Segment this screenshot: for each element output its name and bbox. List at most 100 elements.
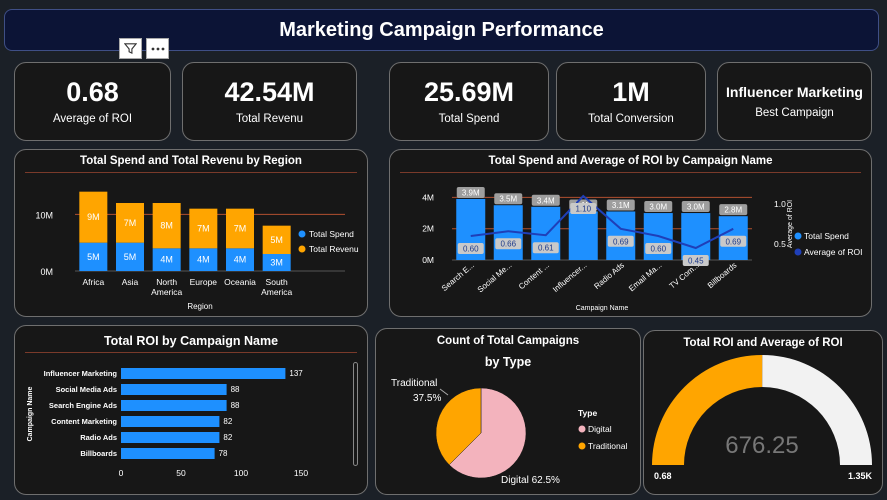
- y-tick-label: Billboards: [80, 449, 117, 458]
- roi-data-label: 88: [231, 385, 240, 394]
- spend-data-label: 3.0M: [687, 203, 705, 212]
- y-tick-label: Influencer Marketing: [44, 369, 118, 378]
- x-tick-label: South: [266, 277, 288, 287]
- spend-data-label: 2.8M: [724, 206, 742, 215]
- y-tick-label: 2M: [422, 224, 434, 234]
- legend-marker: [298, 245, 306, 253]
- roi-data-label: 0.45: [688, 257, 704, 266]
- y-tick-label: 10M: [35, 210, 53, 220]
- x-tick-label: America: [151, 287, 182, 297]
- page-title: Marketing Campaign Performance: [279, 18, 604, 41]
- x-tick-label: Content ...: [517, 261, 551, 292]
- region-bar-chart: 0M10M5M9MAfrica5M7MAsia4M8MNorthAmerica4…: [35, 191, 359, 311]
- spend-data-label: 4M: [197, 255, 210, 265]
- roi-data-label: 0.66: [500, 240, 516, 249]
- spend-data-label: 4M: [160, 255, 173, 265]
- roi-gauge-card[interactable]: Total ROI and Average of ROI 676.25 0.68 1…: [643, 330, 883, 495]
- x-tick-label: 150: [294, 468, 308, 478]
- x-tick-label: Billboards: [706, 261, 739, 290]
- x-axis-title: Region: [187, 302, 212, 311]
- traditional-data-pct: 37.5%: [413, 393, 441, 404]
- x-axis-title: Campaign Name: [576, 305, 629, 312]
- kpi-value: 25.69M: [423, 76, 515, 107]
- spend-data-label: 3M: [270, 258, 283, 268]
- revenue-data-label: 8M: [160, 221, 173, 231]
- filter-icon[interactable]: [119, 38, 142, 59]
- gauge-value-label: 676.25: [725, 432, 798, 459]
- legend-marker: [298, 230, 306, 238]
- more-options-icon[interactable]: [146, 38, 169, 59]
- revenue-data-label: 5M: [270, 235, 283, 245]
- legend-title: Type: [578, 408, 597, 418]
- roi-bar: [121, 448, 215, 459]
- y-tick-label: Search Engine Ads: [49, 401, 117, 410]
- y2-tick-label: 0.5: [774, 239, 786, 249]
- roi-data-label: 0.69: [725, 237, 741, 246]
- region-chart-card[interactable]: Total Spend and Total Revenu by Region 0…: [14, 149, 368, 317]
- x-tick-label: Radio Ads: [592, 261, 626, 291]
- x-tick-label: Email Ma...: [627, 261, 663, 294]
- roi-data-label: 0.69: [613, 237, 629, 246]
- kpi-label: Total Conversion: [588, 112, 674, 125]
- x-tick-label: North: [156, 277, 177, 287]
- roi-data-label: 82: [223, 433, 232, 442]
- x-tick-label: America: [261, 287, 292, 297]
- y-tick-label: 4M: [422, 192, 434, 202]
- y-axis-title: Campaign Name: [27, 386, 34, 441]
- gauge-max-label: 1.35K: [848, 471, 873, 481]
- kpi-value: 1M: [612, 76, 650, 107]
- roi-data-label: 82: [223, 417, 232, 426]
- campaign-chart-card[interactable]: Total Spend and Average of ROI by Campai…: [389, 149, 872, 317]
- y-tick-label: Social Media Ads: [56, 385, 117, 394]
- spend-data-label: 5M: [87, 252, 100, 262]
- legend-marker: [578, 425, 586, 433]
- legend-label: Total Revenu: [309, 244, 359, 254]
- spend-bar: [681, 213, 711, 260]
- roi-data-label: 0.60: [463, 245, 479, 254]
- legend-marker: [578, 442, 586, 450]
- x-tick-label: Social Me...: [476, 261, 514, 295]
- kpi-label: Best Campaign: [755, 107, 834, 119]
- kpi-card-conversion[interactable]: 1M Total Conversion: [556, 62, 706, 141]
- revenue-data-label: 7M: [124, 218, 137, 228]
- legend-label: Total Spend: [309, 229, 354, 239]
- kpi-card-spend[interactable]: 25.69M Total Spend: [389, 62, 549, 141]
- roi-campaign-chart-card[interactable]: Total ROI by Campaign Name Influencer Ma…: [14, 325, 368, 495]
- roi-data-label: 137: [289, 369, 303, 378]
- kpi-value: 42.54M: [224, 76, 315, 107]
- digital-data-label: Digital 62.5%: [501, 475, 560, 486]
- scrollbar[interactable]: [353, 362, 358, 466]
- y-tick-label: 0M: [422, 255, 434, 265]
- roi-bar: [121, 400, 227, 411]
- x-tick-label: 100: [234, 468, 248, 478]
- campaign-type-chart-card[interactable]: Count of Total Campaigns by Type Digital…: [375, 328, 641, 495]
- y-tick-label: Radio Ads: [80, 433, 117, 442]
- revenue-data-label: 7M: [197, 224, 210, 234]
- spend-data-label: 5M: [124, 252, 137, 262]
- legend-label: Average of ROI: [804, 247, 862, 257]
- legend-label: Digital: [588, 424, 612, 434]
- kpi-label: Total Spend: [438, 112, 500, 125]
- visual-header-toolbar: [119, 38, 169, 59]
- x-tick-label: 50: [176, 468, 186, 478]
- roi-bar: [121, 368, 286, 379]
- x-tick-label: Africa: [82, 277, 104, 287]
- spend-data-label: 3.9M: [462, 188, 480, 197]
- y2-tick-label: 1.0: [774, 199, 786, 209]
- kpi-card-best-campaign[interactable]: Influencer Marketing Best Campaign: [717, 62, 872, 141]
- roi-gauge-chart: 676.25 0.68 1.35K: [652, 355, 873, 481]
- roi-data-label: 1.10: [575, 205, 591, 214]
- kpi-card-revenue[interactable]: 42.54M Total Revenu: [182, 62, 357, 141]
- y-tick-label: 0M: [40, 267, 53, 277]
- legend-marker: [794, 248, 802, 256]
- legend-label: Traditional: [588, 441, 627, 451]
- x-tick-label: Oceania: [224, 277, 256, 287]
- roi-data-label: 88: [231, 401, 240, 410]
- legend-label: Total Spend: [804, 231, 849, 241]
- x-tick-label: Asia: [122, 277, 139, 287]
- x-tick-label: Influencer...: [551, 261, 588, 294]
- y2-axis-title: Average of ROI: [787, 200, 794, 248]
- kpi-card-roi[interactable]: 0.68 Average of ROI: [14, 62, 171, 141]
- spend-data-label: 3.1M: [612, 201, 630, 210]
- roi-data-label: 0.60: [650, 245, 666, 254]
